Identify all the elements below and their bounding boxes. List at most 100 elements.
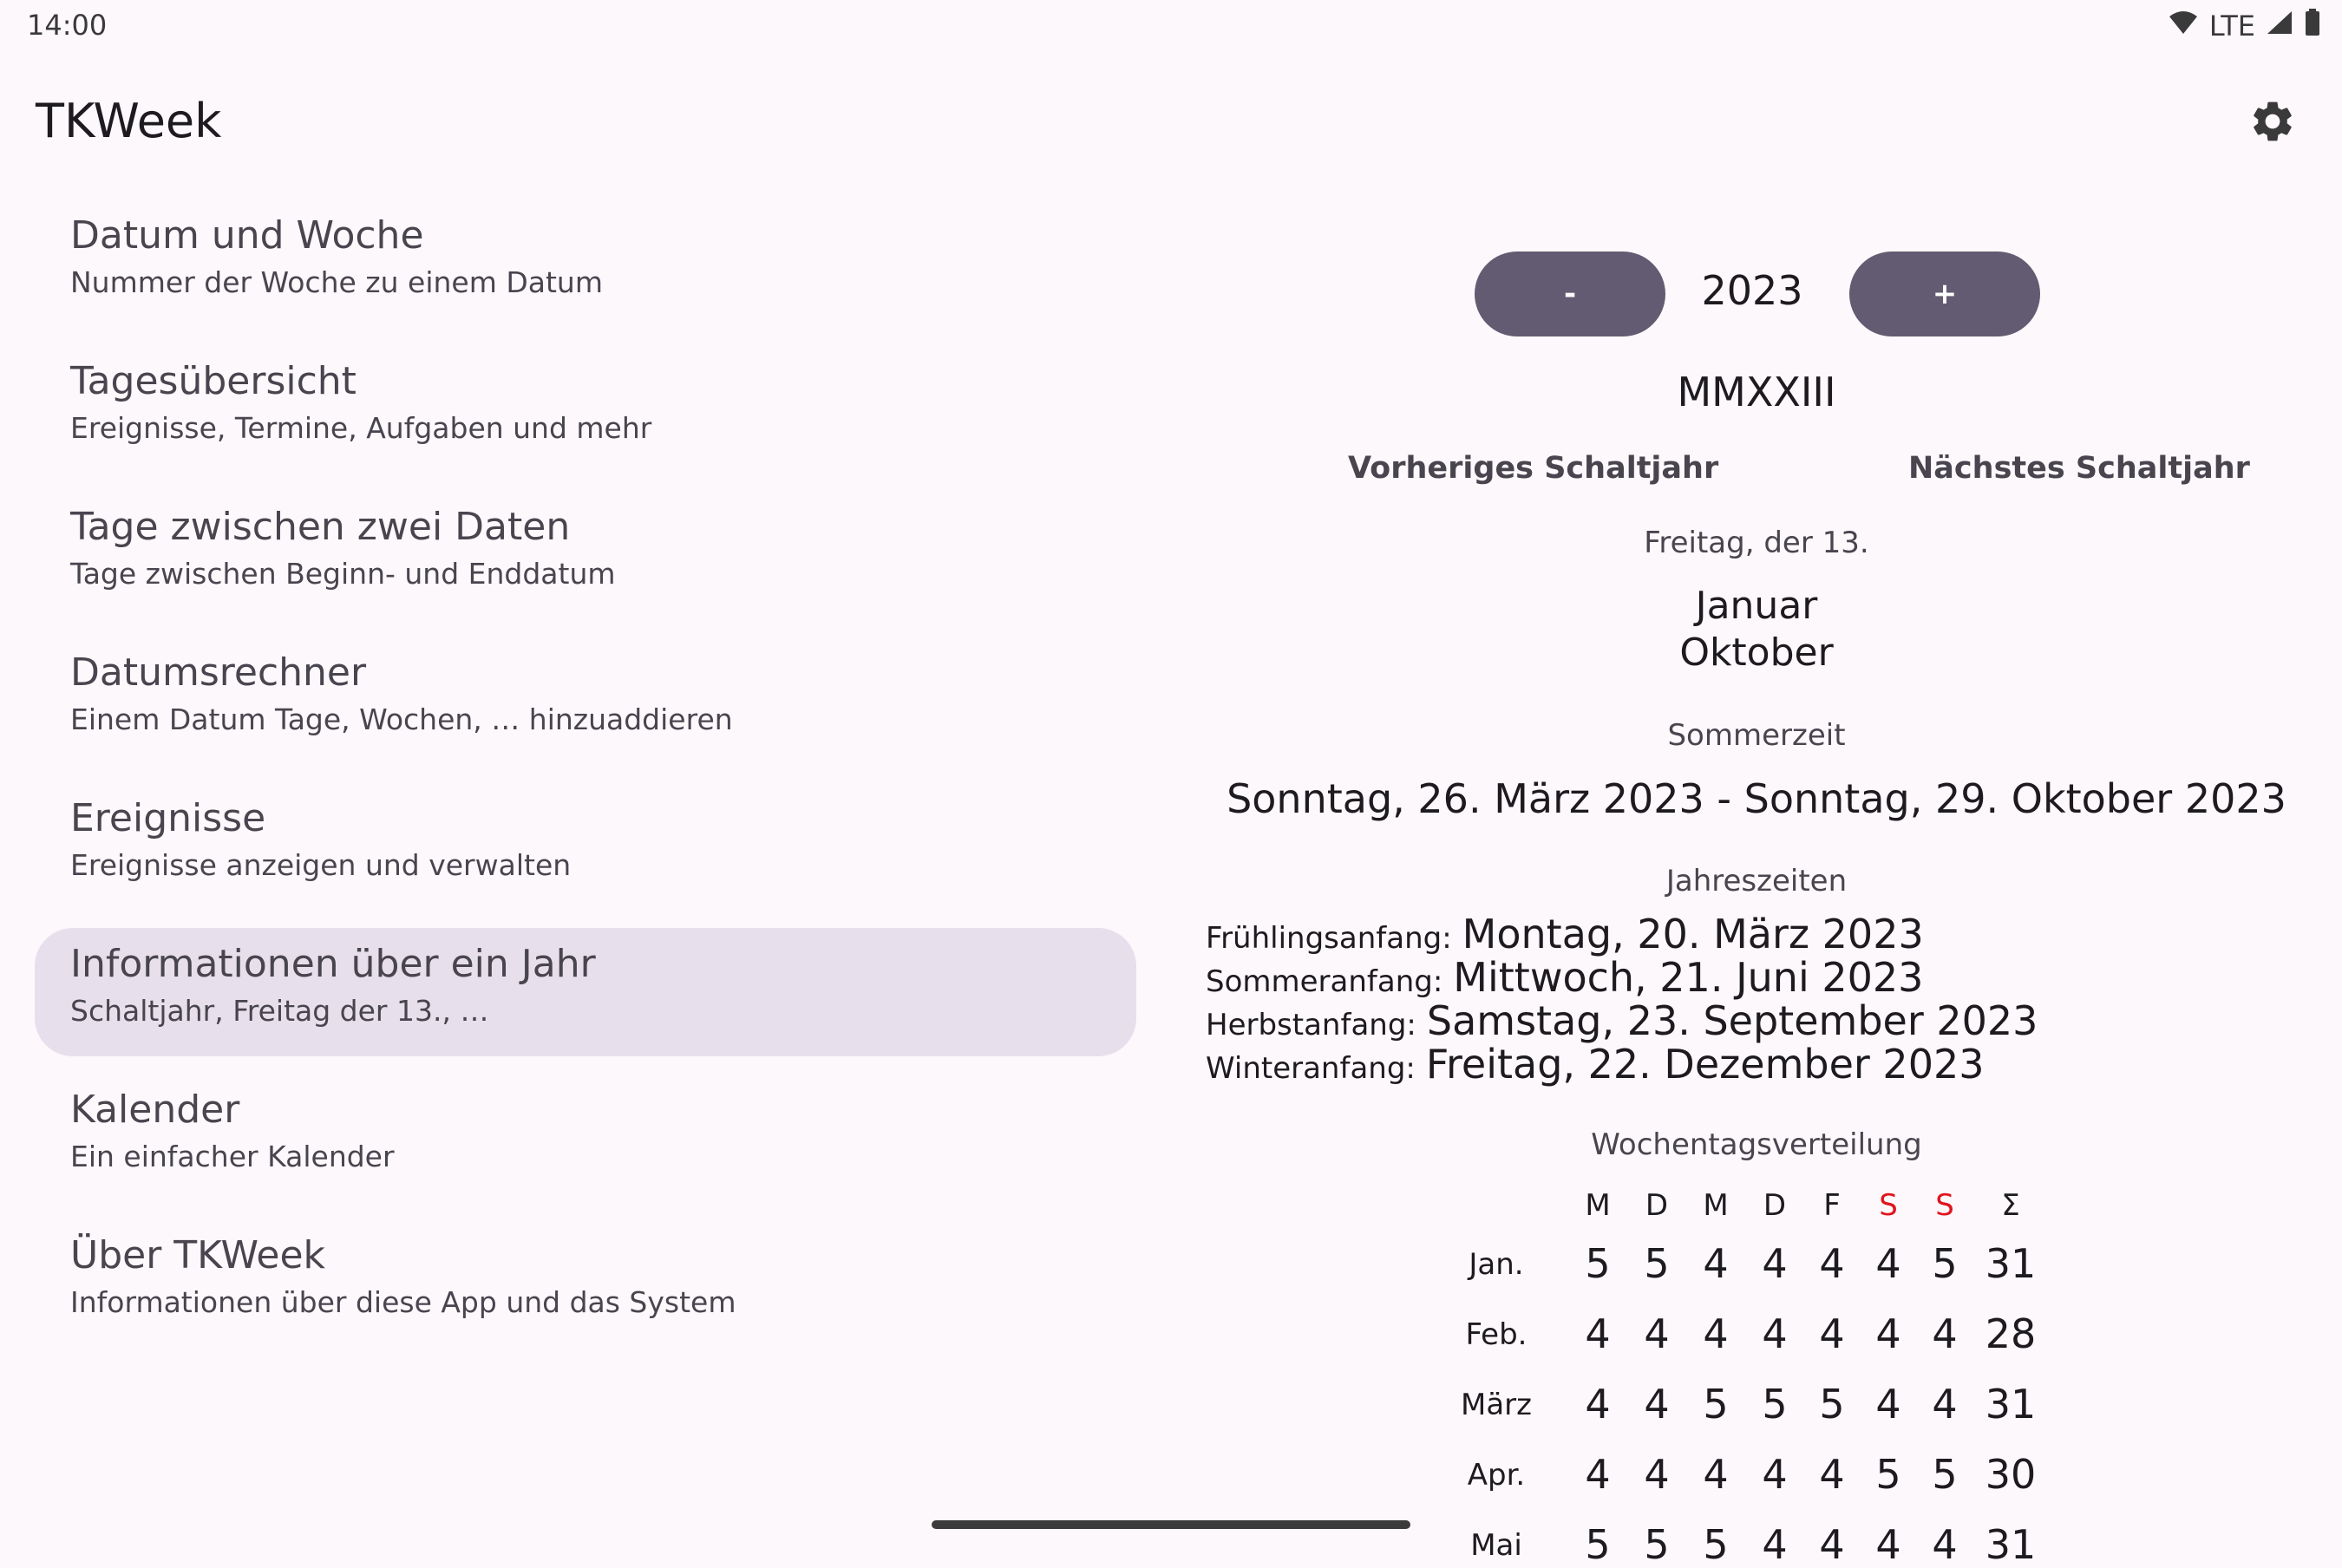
month-label: Apr. bbox=[1467, 1458, 1526, 1493]
nav-item-subtitle: Einem Datum Tage, Wochen, … hinzuaddiere… bbox=[70, 702, 733, 736]
year-value: 2023 bbox=[1701, 267, 1803, 314]
table-cell: 4 bbox=[1644, 1451, 1670, 1498]
month-label: Jan. bbox=[1469, 1247, 1524, 1282]
table-cell: 4 bbox=[1703, 1451, 1729, 1498]
table-cell: 5 bbox=[1585, 1240, 1611, 1287]
nav-item-jahresinfo[interactable]: Informationen über ein Jahr Schaltjahr, … bbox=[35, 928, 1136, 1056]
season-date: Samstag, 23. September 2023 bbox=[1426, 997, 2038, 1044]
dst-range: Sonntag, 26. März 2023 - Sonntag, 29. Ok… bbox=[1227, 775, 2286, 822]
table-cell: 4 bbox=[1875, 1240, 1901, 1287]
nav-item-title: Datumsrechner bbox=[70, 650, 367, 695]
table-cell: 4 bbox=[1703, 1310, 1729, 1357]
table-cell: 4 bbox=[1762, 1451, 1788, 1498]
table-cell: 4 bbox=[1819, 1310, 1845, 1357]
table-cell: 28 bbox=[1985, 1310, 2037, 1357]
wifi-icon bbox=[2168, 10, 2199, 42]
table-cell: 5 bbox=[1932, 1240, 1958, 1287]
table-cell: 4 bbox=[1644, 1381, 1670, 1428]
table-cell: 4 bbox=[1762, 1240, 1788, 1287]
nav-item-subtitle: Ereignisse anzeigen und verwalten bbox=[70, 848, 572, 882]
season-label: Frühlingsanfang: bbox=[1206, 921, 1452, 956]
gesture-nav-handle[interactable] bbox=[932, 1520, 1410, 1529]
app-bar: TKWeek bbox=[0, 78, 2342, 173]
table-cell: 5 bbox=[1703, 1381, 1729, 1428]
next-leap-year-button[interactable]: Nächstes Schaltjahr bbox=[1908, 451, 2250, 486]
nav-item-ueber-tkweek[interactable]: Über TKWeek Informationen über diese App… bbox=[35, 1219, 1136, 1348]
table-cell: 5 bbox=[1932, 1451, 1958, 1498]
season-label: Winteranfang: bbox=[1206, 1051, 1416, 1086]
table-cell: 5 bbox=[1762, 1381, 1788, 1428]
column-header: M bbox=[1703, 1188, 1729, 1223]
table-cell: 5 bbox=[1875, 1451, 1901, 1498]
column-header: F bbox=[1823, 1188, 1841, 1223]
year-info-pane: - 2023 + MMXXIII Vorheriges Schaltjahr N… bbox=[1188, 199, 2325, 1568]
table-cell: 4 bbox=[1819, 1451, 1845, 1498]
table-cell: 4 bbox=[1819, 1240, 1845, 1287]
friday-13-month: Januar bbox=[1695, 584, 1818, 628]
table-cell: 4 bbox=[1703, 1240, 1729, 1287]
nav-item-title: Über TKWeek bbox=[70, 1233, 325, 1277]
network-type-label: LTE bbox=[2208, 10, 2255, 42]
month-label: Feb. bbox=[1465, 1317, 1528, 1352]
season-date: Montag, 20. März 2023 bbox=[1462, 911, 1924, 957]
nav-item-subtitle: Ereignisse, Termine, Aufgaben und mehr bbox=[70, 411, 652, 445]
battery-icon bbox=[2304, 9, 2321, 43]
nav-item-title: Kalender bbox=[70, 1088, 240, 1132]
roman-numeral: MMXXIII bbox=[1677, 369, 1836, 415]
season-row-summer: Sommeranfang: Mittwoch, 21. Juni 2023 bbox=[1206, 954, 1923, 1001]
table-cell: 4 bbox=[1585, 1310, 1611, 1357]
status-time: 14:00 bbox=[27, 9, 108, 42]
nav-item-tage-zwischen-daten[interactable]: Tage zwischen zwei Daten Tage zwischen B… bbox=[35, 491, 1136, 619]
nav-item-kalender[interactable]: Kalender Ein einfacher Kalender bbox=[35, 1074, 1136, 1202]
table-cell: 30 bbox=[1985, 1451, 2037, 1498]
friday-13-label: Freitag, der 13. bbox=[1644, 526, 1869, 560]
nav-item-title: Datum und Woche bbox=[70, 213, 424, 258]
nav-item-title: Tagesübersicht bbox=[70, 359, 357, 403]
nav-item-ereignisse[interactable]: Ereignisse Ereignisse anzeigen und verwa… bbox=[35, 782, 1136, 911]
friday-13-month: Oktober bbox=[1679, 630, 1834, 675]
nav-item-title: Ereignisse bbox=[70, 796, 266, 840]
status-bar: 14:00 LTE bbox=[0, 0, 2342, 52]
nav-item-title: Informationen über ein Jahr bbox=[70, 942, 596, 986]
nav-item-datum-und-woche[interactable]: Datum und Woche Nummer der Woche zu eine… bbox=[35, 199, 1136, 328]
dst-label: Sommerzeit bbox=[1667, 718, 1846, 753]
previous-leap-year-button[interactable]: Vorheriges Schaltjahr bbox=[1348, 451, 1718, 486]
column-header: S bbox=[1935, 1188, 1954, 1223]
table-cell: 31 bbox=[1985, 1381, 2037, 1428]
previous-year-button[interactable]: - bbox=[1475, 252, 1665, 336]
table-cell: 31 bbox=[1985, 1240, 2037, 1287]
table-cell: 4 bbox=[1644, 1310, 1670, 1357]
table-cell: 4 bbox=[1875, 1381, 1901, 1428]
settings-button[interactable] bbox=[2248, 97, 2297, 146]
navigation-list: Datum und Woche Nummer der Woche zu eine… bbox=[35, 199, 1136, 1365]
nav-item-title: Tage zwischen zwei Daten bbox=[70, 505, 571, 549]
nav-item-subtitle: Informationen über diese App und das Sys… bbox=[70, 1285, 736, 1319]
season-date: Freitag, 22. Dezember 2023 bbox=[1425, 1041, 1985, 1088]
status-icons: LTE bbox=[2168, 9, 2321, 43]
table-cell: 4 bbox=[1932, 1310, 1958, 1357]
nav-item-tagesuebersicht[interactable]: Tagesübersicht Ereignisse, Termine, Aufg… bbox=[35, 345, 1136, 474]
signal-icon bbox=[2266, 10, 2293, 42]
nav-item-subtitle: Ein einfacher Kalender bbox=[70, 1140, 395, 1173]
table-cell: 4 bbox=[1762, 1310, 1788, 1357]
nav-item-datumsrechner[interactable]: Datumsrechner Einem Datum Tage, Wochen, … bbox=[35, 637, 1136, 765]
table-cell: 5 bbox=[1819, 1381, 1845, 1428]
month-label: Mai bbox=[1470, 1528, 1522, 1563]
nav-item-subtitle: Tage zwischen Beginn- und Enddatum bbox=[70, 557, 616, 591]
column-header: Σ bbox=[2001, 1188, 2020, 1223]
gear-icon bbox=[2248, 101, 2297, 149]
season-row-spring: Frühlingsanfang: Montag, 20. März 2023 bbox=[1206, 911, 1924, 957]
table-cell: 5 bbox=[1644, 1240, 1670, 1287]
weekday-distribution-label: Wochentagsverteilung bbox=[1591, 1127, 1922, 1162]
column-header: S bbox=[1879, 1188, 1898, 1223]
season-row-autumn: Herbstanfang: Samstag, 23. September 2023 bbox=[1206, 997, 2038, 1044]
column-header: D bbox=[1645, 1188, 1669, 1223]
next-year-button[interactable]: + bbox=[1849, 252, 2040, 336]
column-header: D bbox=[1763, 1188, 1787, 1223]
season-label: Herbstanfang: bbox=[1206, 1008, 1416, 1042]
table-cell: 4 bbox=[1932, 1381, 1958, 1428]
nav-item-subtitle: Nummer der Woche zu einem Datum bbox=[70, 265, 603, 299]
seasons-label: Jahreszeiten bbox=[1665, 864, 1848, 898]
month-label: März bbox=[1461, 1388, 1532, 1422]
season-label: Sommeranfang: bbox=[1206, 964, 1443, 999]
